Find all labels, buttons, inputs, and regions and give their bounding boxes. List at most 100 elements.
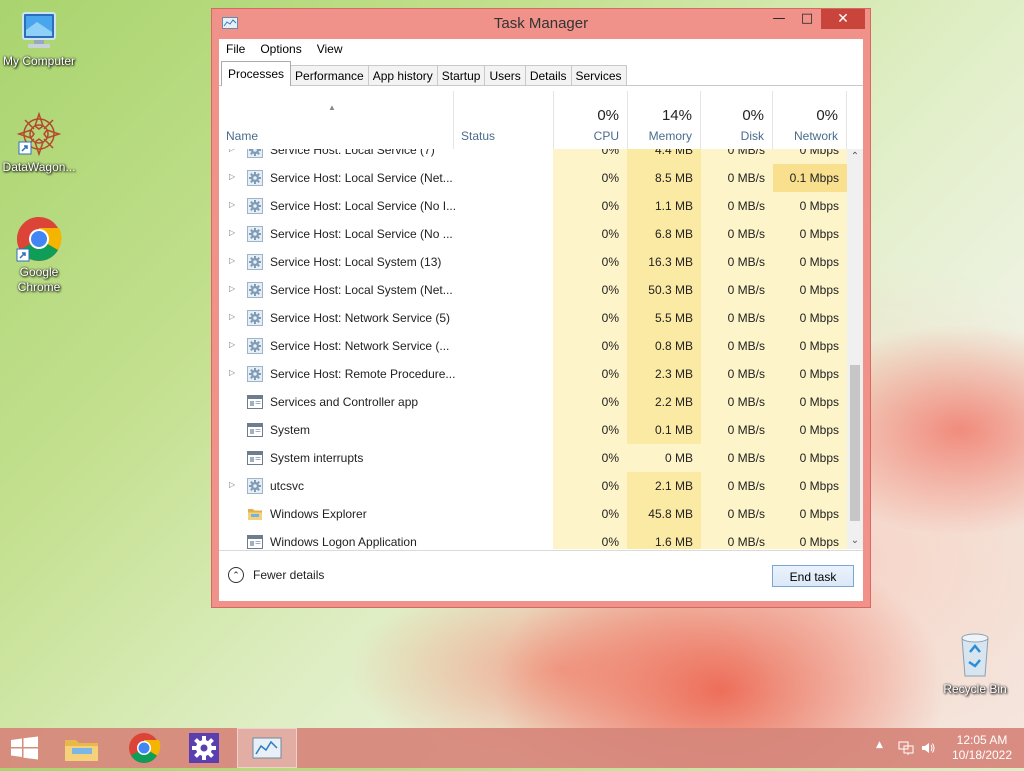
folder-icon: [247, 506, 263, 522]
column-header-network[interactable]: 0% Network: [773, 91, 847, 149]
window-icon: [247, 450, 263, 466]
gear-icon: [247, 149, 263, 158]
menu-bar: File Options View: [219, 39, 351, 59]
table-row[interactable]: Windows Explorer 0% 45.8 MB 0 MB/s 0 Mbps: [219, 500, 847, 528]
process-network-cell: 0 Mbps: [799, 367, 839, 381]
table-row[interactable]: ▷ Service Host: Local Service (No ... 0% 6.…: [219, 220, 847, 248]
tab-startup[interactable]: Startup: [436, 65, 486, 86]
desktop-icon-label: DataWagon...: [2, 160, 76, 174]
scroll-down-icon[interactable]: ⌄: [847, 533, 863, 549]
folder-icon: [65, 740, 98, 761]
expand-chevron-icon[interactable]: ▷: [229, 200, 235, 209]
desktop-icon-label: Recycle Bin: [943, 682, 1007, 696]
datawagon-logo-icon: [15, 111, 63, 158]
desktop-icon-datawagon[interactable]: DataWagon...: [0, 111, 78, 175]
menu-options[interactable]: Options: [253, 42, 309, 56]
process-cpu-cell: 0%: [601, 149, 619, 157]
desktop-icon-recycle-bin[interactable]: Recycle Bin: [936, 630, 1014, 697]
expand-chevron-icon[interactable]: ▷: [229, 312, 235, 321]
table-row[interactable]: ▷ utcsvc 0% 2.1 MB 0 MB/s 0 Mbps: [219, 472, 847, 500]
start-button[interactable]: [0, 728, 60, 768]
table-row[interactable]: ▷ Service Host: Local Service (Net... 0% 8.…: [219, 164, 847, 192]
scroll-up-icon[interactable]: ⌃: [847, 149, 863, 165]
expand-chevron-icon[interactable]: ▷: [229, 284, 235, 293]
taskbar-settings[interactable]: [176, 728, 236, 768]
process-name: Windows Explorer: [270, 507, 367, 521]
scrollbar-thumb[interactable]: [850, 365, 860, 521]
volume-icon[interactable]: [920, 740, 936, 756]
vertical-scrollbar[interactable]: ⌃ ⌄: [847, 149, 863, 549]
desktop-icon-my-computer[interactable]: My Computer: [0, 10, 78, 69]
table-row[interactable]: System 0% 0.1 MB 0 MB/s 0 Mbps: [219, 416, 847, 444]
column-header-name[interactable]: ▲ Name: [219, 91, 454, 149]
process-disk-cell: 0 MB/s: [727, 199, 765, 213]
tab-divider: [219, 85, 863, 86]
gear-icon: [189, 733, 219, 763]
process-memory-cell: 50.3 MB: [648, 283, 693, 297]
process-memory-cell: 0.8 MB: [654, 339, 693, 353]
column-header-status[interactable]: Status: [454, 91, 554, 149]
taskbar-file-explorer[interactable]: [52, 728, 112, 768]
process-network-cell: 0 Mbps: [799, 199, 839, 213]
table-row[interactable]: ▷ Service Host: Local System (13) 0% 16.3 M…: [219, 248, 847, 276]
table-row[interactable]: ▷ Service Host: Network Service (... 0% 0.8…: [219, 332, 847, 360]
table-row[interactable]: ▷ Service Host: Local Service (7) 0% 4.4 MB…: [219, 149, 847, 164]
table-row[interactable]: Services and Controller app 0% 2.2 MB 0 MB/…: [219, 388, 847, 416]
column-header-cpu[interactable]: 0% CPU: [554, 91, 628, 149]
show-hidden-icons-icon[interactable]: ▲: [876, 740, 883, 750]
end-task-button[interactable]: End task: [772, 565, 854, 587]
sort-caret-icon: ▲: [328, 103, 336, 112]
expand-chevron-icon[interactable]: ▷: [229, 368, 235, 377]
tab-services[interactable]: Services: [570, 65, 627, 86]
expand-chevron-icon[interactable]: ▷: [229, 480, 235, 489]
expand-chevron-icon[interactable]: ▷: [229, 172, 235, 181]
process-network-cell: 0 Mbps: [799, 149, 839, 157]
gear-icon: [247, 198, 263, 214]
process-cpu-cell: 0%: [601, 395, 619, 409]
chevron-up-icon: ⌃: [228, 567, 244, 583]
tab-users[interactable]: Users: [484, 65, 526, 86]
table-row[interactable]: ▷ Service Host: Network Service (5) 0% 5.5 …: [219, 304, 847, 332]
close-button[interactable]: ✕: [821, 9, 865, 29]
tab-app-history[interactable]: App history: [367, 65, 438, 86]
system-clock[interactable]: 12:05 AM 10/18/2022: [944, 733, 1020, 763]
table-row[interactable]: ▷ Service Host: Local System (Net... 0% 50.…: [219, 276, 847, 304]
taskbar-task-manager[interactable]: [237, 728, 297, 768]
chrome-icon: [15, 215, 63, 263]
process-cpu-cell: 0%: [601, 339, 619, 353]
process-name: Service Host: Local System (Net...: [270, 283, 453, 297]
column-header-memory[interactable]: 14% Memory: [628, 91, 701, 149]
process-disk-cell: 0 MB/s: [727, 395, 765, 409]
expand-chevron-icon[interactable]: ▷: [229, 256, 235, 265]
process-disk-cell: 0 MB/s: [727, 479, 765, 493]
menu-file[interactable]: File: [219, 42, 253, 56]
column-header-disk[interactable]: 0% Disk: [701, 91, 773, 149]
process-cpu-cell: 0%: [601, 199, 619, 213]
gear-icon: [247, 226, 263, 242]
fewer-details-button[interactable]: ⌃ Fewer details: [228, 567, 324, 583]
tab-processes[interactable]: Processes: [221, 61, 292, 86]
network-icon[interactable]: [898, 740, 914, 756]
table-row[interactable]: System interrupts 0% 0 MB 0 MB/s 0 Mbps: [219, 444, 847, 472]
expand-chevron-icon[interactable]: ▷: [229, 228, 235, 237]
minimize-button[interactable]: —: [766, 9, 792, 29]
tab-performance[interactable]: Performance: [290, 65, 369, 86]
process-disk-cell: 0 MB/s: [727, 283, 765, 297]
table-row[interactable]: Windows Logon Application 0% 1.6 MB 0 MB/s 0…: [219, 528, 847, 549]
task-manager-window: Task Manager — □ ✕ File Options View Pro…: [211, 8, 871, 608]
process-network-cell: 0 Mbps: [799, 339, 839, 353]
taskbar-chrome[interactable]: [114, 728, 174, 768]
process-network-cell: 0 Mbps: [799, 283, 839, 297]
table-row[interactable]: ▷ Service Host: Remote Procedure... 0% 2.3 …: [219, 360, 847, 388]
process-cpu-cell: 0%: [601, 367, 619, 381]
system-tray: ▲: [870, 728, 940, 768]
expand-chevron-icon[interactable]: ▷: [229, 340, 235, 349]
maximize-button[interactable]: □: [794, 9, 820, 29]
tab-details[interactable]: Details: [524, 65, 572, 86]
expand-chevron-icon[interactable]: ▷: [229, 149, 235, 153]
title-bar[interactable]: Task Manager — □ ✕: [212, 9, 870, 39]
process-disk-cell: 0 MB/s: [727, 339, 765, 353]
menu-view[interactable]: View: [310, 42, 351, 56]
table-row[interactable]: ▷ Service Host: Local Service (No I... 0% 1…: [219, 192, 847, 220]
desktop-icon-google-chrome[interactable]: Google Chrome: [0, 215, 78, 295]
